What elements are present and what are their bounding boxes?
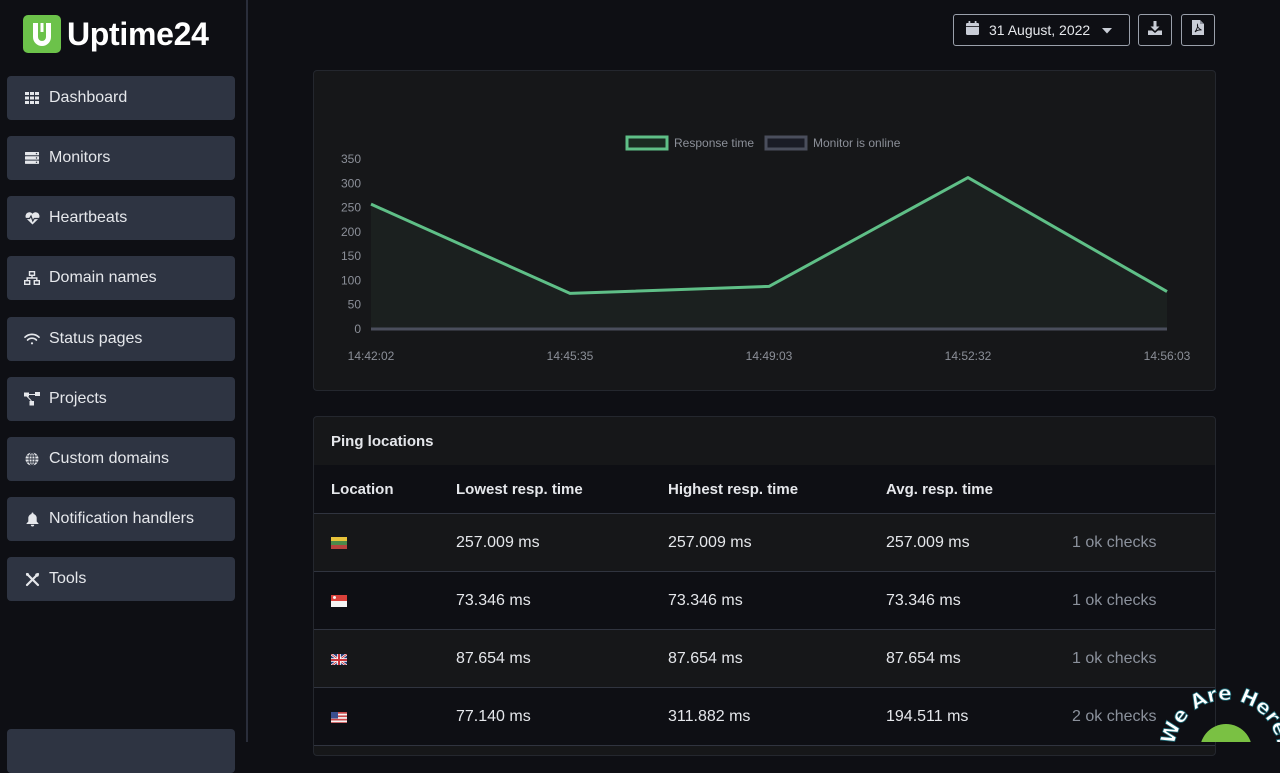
avg-resp-time: 87.654 ms — [886, 650, 961, 668]
x-tick-label: 14:52:32 — [945, 349, 992, 363]
date-picker[interactable]: 31 August, 2022 — [953, 14, 1130, 46]
tools-icon — [24, 571, 40, 587]
x-axis: 14:42:02 14:45:35 14:49:03 14:52:32 14:56:03 — [348, 349, 1191, 363]
sidebar-item-label: Dashboard — [49, 89, 127, 107]
bell-icon — [24, 511, 40, 527]
uk-flag — [331, 653, 347, 665]
sidebar-item-label: Monitors — [49, 149, 110, 167]
y-tick-label: 250 — [341, 201, 361, 215]
table-row: 73.346 ms 73.346 ms 73.346 ms 1 ok check… — [314, 572, 1215, 630]
file-pdf-icon — [1192, 20, 1204, 40]
usa-flag — [331, 711, 347, 723]
y-tick-label: 200 — [341, 225, 361, 239]
ok-checks-count: 2 ok checks — [1072, 708, 1156, 726]
response-time-area — [371, 178, 1167, 329]
x-tick-label: 14:56:03 — [1144, 349, 1191, 363]
lithuania-flag — [331, 537, 347, 549]
lowest-resp-time: 257.009 ms — [456, 534, 540, 552]
sidebar-item-tools[interactable]: Tools — [7, 557, 235, 601]
legend-label-monitor-online: Monitor is online — [813, 136, 901, 150]
column-header-location: Location — [331, 481, 394, 498]
chat-widget[interactable]: We Are Here! — [1160, 680, 1280, 742]
sidebar-item-notification-handlers[interactable]: Notification handlers — [7, 497, 235, 541]
sidebar-item-label: Notification handlers — [49, 510, 194, 528]
table-row: 257.009 ms 257.009 ms 257.009 ms 1 ok ch… — [314, 514, 1215, 572]
column-header-avg: Avg. resp. time — [886, 481, 993, 498]
chart-legend: Response time Monitor is online — [627, 136, 901, 150]
column-header-highest: Highest resp. time — [668, 481, 798, 498]
y-tick-label: 50 — [348, 298, 362, 312]
download-button[interactable] — [1138, 14, 1172, 46]
y-axis: 0 50 100 150 200 250 300 350 — [341, 152, 361, 336]
table-header: Location Lowest resp. time Highest resp.… — [314, 465, 1215, 514]
singapore-flag — [331, 595, 347, 607]
lowest-resp-time: 87.654 ms — [456, 650, 531, 668]
date-label: 31 August, 2022 — [989, 22, 1090, 38]
table-row: 77.140 ms 311.882 ms 194.511 ms 2 ok che… — [314, 688, 1215, 746]
y-tick-label: 150 — [341, 249, 361, 263]
ok-checks-count: 1 ok checks — [1072, 534, 1156, 552]
chevron-down-icon — [1102, 21, 1112, 39]
sidebar-item-custom-domains[interactable]: Custom domains — [7, 437, 235, 481]
legend-label-response-time: Response time — [674, 136, 754, 150]
column-header-lowest: Lowest resp. time — [456, 481, 583, 498]
avg-resp-time: 257.009 ms — [886, 534, 970, 552]
ok-checks-count: 1 ok checks — [1072, 592, 1156, 610]
response-time-chart: Response time Monitor is online 0 50 100 150… — [313, 70, 1216, 391]
sidebar-item-monitors[interactable]: Monitors — [7, 136, 235, 180]
sidebar-item-label: Domain names — [49, 269, 157, 287]
legend-swatch-response-time — [627, 137, 667, 149]
sitemap-icon — [24, 270, 40, 286]
sidebar-item-label: Tools — [49, 570, 86, 588]
wifi-icon — [24, 331, 40, 347]
sidebar-item-dashboard[interactable]: Dashboard — [7, 76, 235, 120]
highest-resp-time: 257.009 ms — [668, 534, 752, 552]
highest-resp-time: 311.882 ms — [668, 708, 750, 726]
server-icon — [24, 150, 40, 166]
sidebar-item-domain-names[interactable]: Domain names — [7, 256, 235, 300]
plot-area — [371, 177, 1167, 329]
x-tick-label: 14:42:02 — [348, 349, 395, 363]
y-tick-label: 100 — [341, 273, 361, 287]
sidebar-item-label: Heartbeats — [49, 209, 127, 227]
grid-icon — [24, 90, 40, 106]
chat-bubble-icon — [1200, 724, 1252, 742]
y-tick-label: 0 — [354, 322, 361, 336]
app-name: Uptime24 — [67, 16, 209, 53]
app-logo[interactable]: Uptime24 — [23, 15, 209, 53]
heart-pulse-icon — [24, 210, 40, 226]
ping-locations-title: Ping locations — [314, 417, 1215, 465]
avg-resp-time: 73.346 ms — [886, 592, 961, 610]
globe-icon — [24, 451, 40, 467]
avg-resp-time: 194.511 ms — [886, 708, 968, 726]
y-tick-label: 350 — [341, 152, 361, 166]
x-tick-label: 14:45:35 — [547, 349, 594, 363]
calendar-icon — [966, 21, 979, 40]
sidebar-item-projects[interactable]: Projects — [7, 377, 235, 421]
y-tick-label: 300 — [341, 176, 361, 190]
ok-checks-count: 1 ok checks — [1072, 650, 1156, 668]
export-pdf-button[interactable] — [1181, 14, 1215, 46]
sidebar-item-label: Projects — [49, 390, 107, 408]
sidebar-item-partial[interactable] — [7, 729, 235, 773]
sidebar-item-label: Status pages — [49, 330, 142, 348]
logo-icon — [23, 15, 61, 53]
highest-resp-time: 87.654 ms — [668, 650, 743, 668]
table-row: 87.654 ms 87.654 ms 87.654 ms 1 ok check… — [314, 630, 1215, 688]
highest-resp-time: 73.346 ms — [668, 592, 743, 610]
project-diagram-icon — [24, 391, 40, 407]
sidebar-item-heartbeats[interactable]: Heartbeats — [7, 196, 235, 240]
sidebar: Uptime24 Dashboard Monitors Hear — [0, 0, 248, 742]
ping-locations-card: Ping locations Location Lowest resp. tim… — [313, 416, 1216, 756]
download-icon — [1148, 21, 1162, 40]
sidebar-item-status-pages[interactable]: Status pages — [7, 317, 235, 361]
lowest-resp-time: 77.140 ms — [456, 708, 531, 726]
x-tick-label: 14:49:03 — [746, 349, 793, 363]
chart-canvas: Response time Monitor is online 0 50 100 150… — [314, 71, 1217, 392]
sidebar-item-label: Custom domains — [49, 450, 169, 468]
lowest-resp-time: 73.346 ms — [456, 592, 531, 610]
legend-swatch-monitor-online — [766, 137, 806, 149]
